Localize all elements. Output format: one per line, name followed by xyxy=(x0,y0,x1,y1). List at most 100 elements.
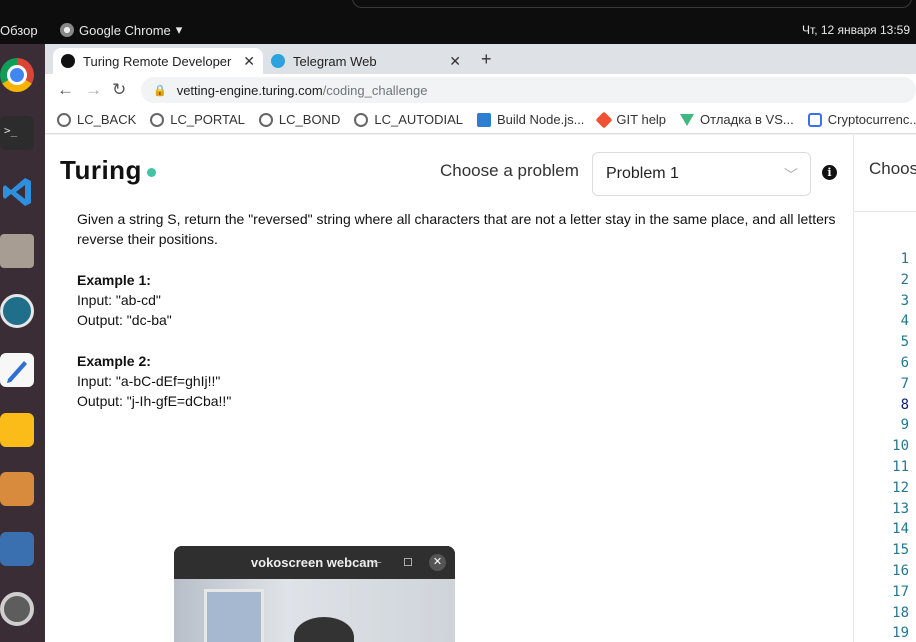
bookmark-lc-portal[interactable]: LC_PORTAL xyxy=(150,112,245,127)
bookmarks-bar: LC_BACK LC_PORTAL LC_BOND LC_AUTODIAL Bu… xyxy=(45,106,916,134)
bookmark-label: Build Node.js... xyxy=(496,112,585,127)
tab-label: Turing Remote Developer xyxy=(83,53,232,69)
globe-icon xyxy=(258,112,273,127)
example-output: Output: "j-Ih-gfE=dCba!!" xyxy=(77,393,232,409)
problem-description: Given a string S, return the "reversed" … xyxy=(77,211,836,247)
example-title: Example 1: xyxy=(77,272,151,288)
logo-text: Turing xyxy=(60,155,142,185)
caret-down-icon: ▾ xyxy=(175,22,183,37)
bookmark-crypto[interactable]: Cryptocurrenc... xyxy=(807,112,916,127)
maximize-button[interactable] xyxy=(404,558,412,566)
line-number: 10 xyxy=(892,438,909,455)
app-menu-label: Google Chrome xyxy=(79,22,171,38)
dock: >_ xyxy=(0,44,45,642)
minimize-button[interactable]: – xyxy=(374,554,381,569)
line-number: 12 xyxy=(892,479,909,496)
code-editor-pane: Choose 12345678910111213141516171819 xyxy=(853,135,916,642)
remmina-icon[interactable] xyxy=(0,294,34,328)
bookmark-label: LC_PORTAL xyxy=(170,112,245,127)
tab-strip: Turing Remote Developer ✕ Telegram Web ✕… xyxy=(45,44,916,74)
line-number: 4 xyxy=(900,313,909,330)
crypto-icon xyxy=(807,112,822,127)
system-top-bar: Обзор Google Chrome ▾ Чт, 12 января 13:5… xyxy=(0,0,916,44)
new-tab-button[interactable]: + xyxy=(481,49,492,70)
telegram-icon xyxy=(271,54,285,68)
webcam-title: vokoscreen webcam xyxy=(174,546,455,579)
git-icon xyxy=(595,111,613,128)
line-number: 16 xyxy=(892,562,909,579)
bookmark-build-node[interactable]: Build Node.js... xyxy=(476,112,585,127)
line-number: 11 xyxy=(892,458,909,475)
close-button[interactable]: ✕ xyxy=(429,554,446,571)
close-icon[interactable]: ✕ xyxy=(449,53,461,70)
info-icon[interactable]: i xyxy=(822,165,837,180)
line-number: 2 xyxy=(900,271,909,288)
paint-icon[interactable] xyxy=(0,472,34,506)
line-number: 1 xyxy=(900,251,909,267)
line-number: 17 xyxy=(892,583,909,600)
example-input: Input: "a-bC-dEf=ghIj!!" xyxy=(77,373,221,389)
text-editor-icon[interactable] xyxy=(0,353,34,387)
webcam-window[interactable]: vokoscreen webcam – ✕ xyxy=(174,546,455,642)
tab-label: Telegram Web xyxy=(293,53,377,69)
line-number-gutter: 1 2 3 4 5 6 7 8 9 10 11 12 13 14 15 16 17 18 19 xyxy=(864,249,909,642)
clock[interactable]: Чт, 12 января 13:59 xyxy=(802,23,910,37)
calculator-icon[interactable] xyxy=(0,413,34,447)
problem-statement: Given a string S, return the "reversed" … xyxy=(77,209,837,411)
forward-button[interactable]: → xyxy=(85,80,102,100)
chrome-icon[interactable] xyxy=(0,58,34,92)
problem-select[interactable]: Problem 1 ﹀ xyxy=(592,152,811,196)
tab-telegram[interactable]: Telegram Web ✕ xyxy=(263,48,469,74)
line-number: 6 xyxy=(900,354,909,371)
line-number: 3 xyxy=(900,292,909,309)
vscode-icon xyxy=(476,112,491,127)
files-icon[interactable] xyxy=(0,234,34,268)
bookmark-lc-back[interactable]: LC_BACK xyxy=(57,112,136,127)
choose-problem-label: Choose a problem xyxy=(440,161,579,180)
example-output: Output: "dc-ba" xyxy=(77,312,172,328)
close-icon[interactable]: ✕ xyxy=(243,53,255,70)
address-host: vetting-engine.turing.com xyxy=(176,82,323,98)
terminal-icon[interactable]: >_ xyxy=(0,116,34,150)
bookmark-lc-bond[interactable]: LC_BOND xyxy=(258,112,340,127)
bookmark-lc-autodial[interactable]: LC_AUTODIAL xyxy=(354,112,463,127)
address-bar[interactable]: 🔒 vetting-engine.turing.com/coding_chall… xyxy=(141,77,916,103)
person-head xyxy=(294,617,354,642)
bookmark-label: LC_AUTODIAL xyxy=(374,112,463,127)
activities-overview[interactable]: Обзор xyxy=(0,23,38,38)
line-number: 9 xyxy=(900,417,909,434)
video-editor-icon[interactable] xyxy=(0,532,34,566)
globe-icon xyxy=(150,112,165,127)
logo-dot-icon xyxy=(146,167,156,177)
line-number: 19 xyxy=(892,625,909,642)
tab-turing[interactable]: Turing Remote Developer ✕ xyxy=(53,48,263,74)
address-path: /coding_challenge xyxy=(322,82,428,98)
back-button[interactable]: ← xyxy=(57,80,74,100)
globe-icon xyxy=(57,112,71,127)
line-number: 15 xyxy=(892,542,909,559)
webcam-feed xyxy=(174,579,455,642)
line-number: 5 xyxy=(900,334,909,351)
vue-icon xyxy=(680,113,695,126)
bookmark-label: LC_BACK xyxy=(77,112,137,127)
vscode-icon[interactable] xyxy=(0,175,34,209)
page-header: Turing Choose a problem Problem 1 ﹀ i xyxy=(45,135,853,211)
settings-icon[interactable] xyxy=(0,592,34,626)
turing-logo[interactable]: Turing xyxy=(60,155,156,186)
bookmark-git-help[interactable]: GIT help xyxy=(595,111,666,128)
editor-pane-title[interactable]: Choose xyxy=(869,159,916,179)
example-title: Example 2: xyxy=(77,353,151,369)
bookmark-vs-debug[interactable]: Отладка в VS... xyxy=(680,112,794,127)
chevron-down-icon: ﹀ xyxy=(784,167,798,183)
background-window xyxy=(204,589,264,642)
divider xyxy=(854,211,916,212)
example-input: Input: "ab-cd" xyxy=(77,292,161,308)
line-number: 7 xyxy=(900,375,909,392)
bookmark-label: Cryptocurrenc... xyxy=(827,112,916,127)
reload-button[interactable]: ↻ xyxy=(112,80,126,100)
line-number: 13 xyxy=(892,500,909,517)
turing-icon xyxy=(61,54,75,68)
app-menu[interactable]: Google Chrome ▾ xyxy=(60,22,182,38)
lock-icon: 🔒 xyxy=(153,84,167,97)
line-number: 14 xyxy=(892,521,909,538)
